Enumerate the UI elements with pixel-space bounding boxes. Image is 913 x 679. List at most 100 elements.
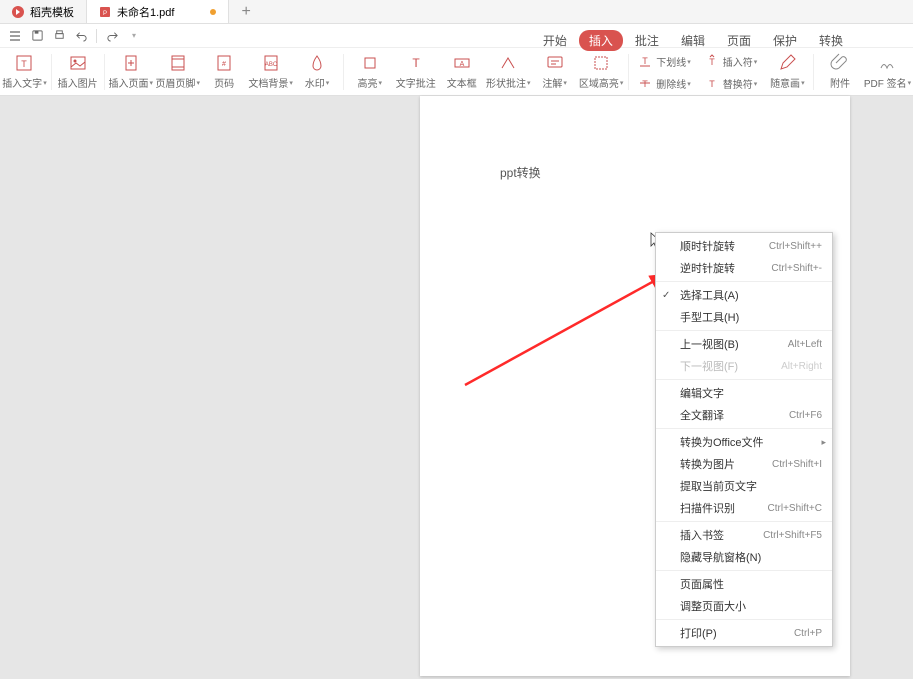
ribbon-label: 形状批注▾ (486, 75, 531, 90)
watermark-button[interactable]: 水印▾ (295, 50, 339, 94)
ribbon-label: 文档背景▾ (248, 75, 293, 90)
textbox-button[interactable]: A 文本框 (440, 50, 484, 94)
textbox-icon: A (452, 53, 472, 73)
page-icon (121, 53, 141, 73)
ctx-ocr[interactable]: 扫描件识别Ctrl+Shift+C (656, 497, 832, 519)
ribbon-label: 注解▾ (542, 75, 567, 90)
ribbon-label: 高亮▾ (358, 75, 383, 90)
shape-icon (498, 53, 518, 73)
area-highlight-button[interactable]: 区域高亮▾ (579, 50, 624, 94)
comment-icon (545, 53, 565, 73)
print-button[interactable] (50, 27, 68, 45)
separator-icon (656, 330, 832, 331)
separator-icon (656, 521, 832, 522)
svg-text:T: T (643, 56, 649, 66)
ctx-bookmark[interactable]: 插入书签Ctrl+Shift+F5 (656, 524, 832, 546)
insert-page-button[interactable]: 插入页面▾ (108, 50, 153, 94)
sign-icon (878, 53, 898, 73)
tab-label: 稻壳模板 (30, 4, 74, 20)
ctx-prev-view[interactable]: 上一视图(B)Alt+Left (656, 333, 832, 355)
ctx-page-properties[interactable]: 页面属性 (656, 573, 832, 595)
menu-start[interactable]: 开始 (533, 30, 577, 51)
separator-icon (656, 281, 832, 282)
ribbon-label: 插入文字▾ (2, 75, 47, 90)
menu-edit[interactable]: 编辑 (671, 30, 715, 51)
header-footer-button[interactable]: 页眉页脚▾ (155, 50, 200, 94)
caret-insert-button[interactable]: T 插入符▾ (699, 50, 764, 72)
ribbon-label: 页码 (214, 75, 234, 90)
svg-text:T: T (22, 59, 28, 69)
ctx-rotate-cw[interactable]: 顺时针旋转Ctrl+Shift++ (656, 235, 832, 257)
replace-button[interactable]: T 替换符▾ (699, 72, 764, 94)
doc-background-button[interactable]: ABC 文档背景▾ (248, 50, 293, 94)
ribbon-label: 下划线▾ (656, 54, 691, 69)
insert-text-button[interactable]: T 插入文字▾ (2, 50, 47, 94)
menu-button[interactable] (6, 27, 24, 45)
ctx-rotate-ccw[interactable]: 逆时针旋转Ctrl+Shift+- (656, 257, 832, 279)
ctx-edit-text[interactable]: 编辑文字 (656, 382, 832, 404)
ribbon-label: 删除线▾ (656, 76, 691, 91)
ribbon-label: 页眉页脚▾ (155, 75, 200, 90)
svg-text:T: T (709, 79, 715, 89)
underline-icon: T (638, 54, 652, 68)
ribbon-label: 区域高亮▾ (579, 75, 624, 90)
text-icon: T (14, 53, 34, 73)
comment-button[interactable]: 注解▾ (533, 50, 577, 94)
ctx-hand-tool[interactable]: 手型工具(H) (656, 306, 832, 328)
highlight-button[interactable]: 高亮▾ (348, 50, 392, 94)
tab-pdf[interactable]: P 未命名1.pdf (87, 0, 229, 23)
menu-annotate[interactable]: 批注 (625, 30, 669, 51)
highlight-icon (360, 53, 380, 73)
menu-tabs: 开始 插入 批注 编辑 页面 保护 转换 (533, 30, 853, 51)
ctx-print[interactable]: 打印(P)Ctrl+P (656, 622, 832, 644)
menu-insert[interactable]: 插入 (579, 30, 623, 51)
bg-icon: ABC (261, 53, 281, 73)
ribbon-label: 附件 (830, 75, 850, 90)
ribbon-label: 文本框 (447, 75, 477, 90)
daoké-icon (12, 6, 24, 18)
page-number-button[interactable]: # 页码 (202, 50, 246, 94)
tab-add-button[interactable]: + (229, 3, 262, 21)
ctx-select-tool[interactable]: ✓选择工具(A) (656, 284, 832, 306)
context-menu: 顺时针旋转Ctrl+Shift++ 逆时针旋转Ctrl+Shift+- ✓选择工… (655, 232, 833, 647)
svg-text:T: T (709, 57, 715, 67)
svg-text:ABC: ABC (264, 62, 277, 68)
ctx-resize-page[interactable]: 调整页面大小 (656, 595, 832, 617)
freehand-button[interactable]: 随意画▾ (765, 50, 809, 94)
ctx-extract-text[interactable]: 提取当前页文字 (656, 475, 832, 497)
svg-text:T: T (412, 56, 420, 70)
ribbon-label: 文字批注 (396, 75, 436, 90)
underline-button[interactable]: T 下划线▾ (632, 50, 697, 72)
ctx-translate[interactable]: 全文翻译Ctrl+F6 (656, 404, 832, 426)
pdf-sign-button[interactable]: PDF 签名▾ (864, 50, 911, 94)
image-icon (68, 53, 88, 73)
menu-convert[interactable]: 转换 (809, 30, 853, 51)
attachment-button[interactable]: 附件 (818, 50, 862, 94)
separator-icon (343, 54, 344, 90)
strikethrough-button[interactable]: T 删除线▾ (632, 72, 697, 94)
svg-text:#: # (222, 61, 226, 68)
tab-label: 未命名1.pdf (117, 4, 174, 20)
text-annotation-button[interactable]: T 文字批注 (394, 50, 438, 94)
redo-button[interactable] (103, 27, 121, 45)
separator-icon (813, 54, 814, 90)
separator-icon (96, 29, 97, 43)
shape-annotation-button[interactable]: 形状批注▾ (486, 50, 531, 94)
replace-icon: T (705, 76, 719, 90)
ctx-convert-office[interactable]: 转换为Office文件▸ (656, 431, 832, 453)
page-text: ppt转换 (500, 164, 541, 181)
dropdown-caret-icon[interactable]: ▾ (125, 27, 143, 45)
text-annot-icon: T (406, 53, 426, 73)
undo-button[interactable] (72, 27, 90, 45)
insert-image-button[interactable]: 插入图片 (56, 50, 100, 94)
menu-protect[interactable]: 保护 (763, 30, 807, 51)
caret-icon: T (705, 54, 719, 68)
save-button[interactable] (28, 27, 46, 45)
separator-icon (51, 54, 52, 90)
ctx-convert-image[interactable]: 转换为图片Ctrl+Shift+I (656, 453, 832, 475)
separator-icon (656, 570, 832, 571)
menu-page[interactable]: 页面 (717, 30, 761, 51)
watermark-icon (307, 53, 327, 73)
ctx-hide-nav[interactable]: 隐藏导航窗格(N) (656, 546, 832, 568)
tab-daoké[interactable]: 稻壳模板 (0, 0, 87, 23)
